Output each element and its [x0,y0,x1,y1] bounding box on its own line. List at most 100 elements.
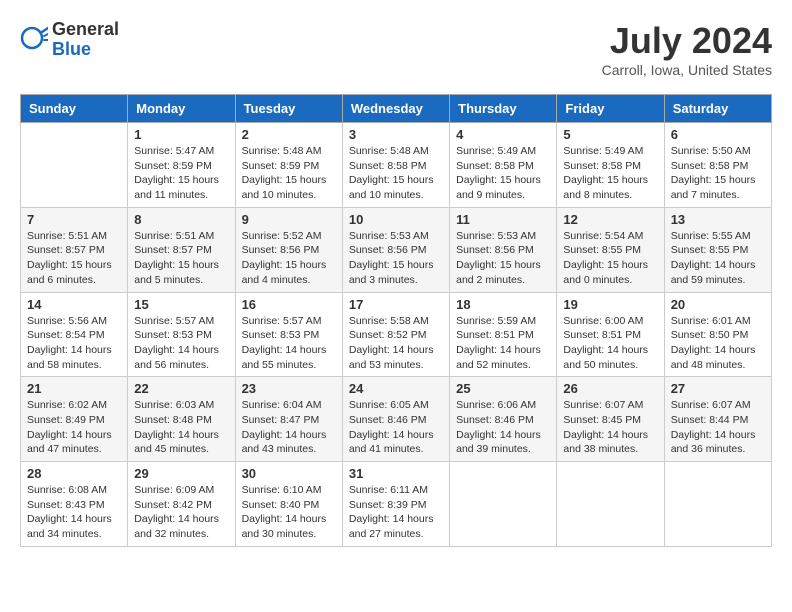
day-info: Sunrise: 5:51 AM Sunset: 8:57 PM Dayligh… [134,229,228,288]
day-info: Sunrise: 6:06 AM Sunset: 8:46 PM Dayligh… [456,398,550,457]
logo: General Blue [20,20,119,60]
day-number: 15 [134,297,228,312]
calendar-cell: 18 Sunrise: 5:59 AM Sunset: 8:51 PM Dayli… [450,292,557,377]
day-info: Sunrise: 5:54 AM Sunset: 8:55 PM Dayligh… [563,229,657,288]
day-info: Sunrise: 5:58 AM Sunset: 8:52 PM Dayligh… [349,314,443,373]
calendar-cell: 23Sunrise: 6:04 AM Sunset: 8:47 PM Dayli… [235,377,342,462]
logo-icon [20,26,48,54]
day-info: Sunrise: 6:07 AM Sunset: 8:45 PM Dayligh… [563,398,657,457]
weekday-header-row: SundayMondayTuesdayWednesdayThursdayFrid… [21,95,772,123]
day-number: 9 [242,212,336,227]
day-info: Sunrise: 6:00 AM Sunset: 8:51 PM Dayligh… [563,314,657,373]
day-info: Sunrise: 5:52 AM Sunset: 8:56 PM Dayligh… [242,229,336,288]
day-number: 24 [349,381,443,396]
day-info: Sunrise: 5:59 AM Sunset: 8:51 PM Dayligh… [456,314,550,373]
weekday-header: Saturday [664,95,771,123]
calendar-cell: 7 Sunrise: 5:51 AM Sunset: 8:57 PM Daylig… [21,207,128,292]
calendar-cell: 10 Sunrise: 5:53 AM Sunset: 8:56 PM Dayli… [342,207,449,292]
day-info: Sunrise: 6:08 AM Sunset: 8:43 PM Dayligh… [27,483,121,542]
calendar-cell: 28Sunrise: 6:08 AM Sunset: 8:43 PM Dayli… [21,462,128,547]
day-info: Sunrise: 5:53 AM Sunset: 8:56 PM Dayligh… [349,229,443,288]
day-info: Sunrise: 6:01 AM Sunset: 8:50 PM Dayligh… [671,314,765,373]
location: Carroll, Iowa, United States [602,62,772,78]
day-number: 25 [456,381,550,396]
calendar-cell: 3 Sunrise: 5:48 AM Sunset: 8:58 PM Daylig… [342,123,449,208]
calendar-cell: 25 Sunrise: 6:06 AM Sunset: 8:46 PM Dayli… [450,377,557,462]
calendar-table: SundayMondayTuesdayWednesdayThursdayFrid… [20,94,772,547]
calendar-week-row: 28Sunrise: 6:08 AM Sunset: 8:43 PM Dayli… [21,462,772,547]
day-number: 26 [563,381,657,396]
page-header: General Blue July 2024 Carroll, Iowa, Un… [20,20,772,78]
day-info: Sunrise: 5:49 AM Sunset: 8:58 PM Dayligh… [456,144,550,203]
day-number: 4 [456,127,550,142]
day-number: 6 [671,127,765,142]
calendar-week-row: 7 Sunrise: 5:51 AM Sunset: 8:57 PM Daylig… [21,207,772,292]
calendar-cell: 27 Sunrise: 6:07 AM Sunset: 8:44 PM Dayli… [664,377,771,462]
month-title: July 2024 [602,20,772,62]
day-number: 5 [563,127,657,142]
calendar-cell: 13 Sunrise: 5:55 AM Sunset: 8:55 PM Dayli… [664,207,771,292]
day-info: Sunrise: 5:48 AM Sunset: 8:58 PM Dayligh… [349,144,443,203]
day-number: 30 [242,466,336,481]
calendar-cell: 20Sunrise: 6:01 AM Sunset: 8:50 PM Dayli… [664,292,771,377]
calendar-cell: 29 Sunrise: 6:09 AM Sunset: 8:42 PM Dayli… [128,462,235,547]
day-info: Sunrise: 5:51 AM Sunset: 8:57 PM Dayligh… [27,229,121,288]
day-info: Sunrise: 5:49 AM Sunset: 8:58 PM Dayligh… [563,144,657,203]
day-info: Sunrise: 6:02 AM Sunset: 8:49 PM Dayligh… [27,398,121,457]
day-number: 29 [134,466,228,481]
calendar-cell: 1 Sunrise: 5:47 AM Sunset: 8:59 PM Daylig… [128,123,235,208]
calendar-cell: 31 Sunrise: 6:11 AM Sunset: 8:39 PM Dayli… [342,462,449,547]
day-info: Sunrise: 6:07 AM Sunset: 8:44 PM Dayligh… [671,398,765,457]
day-info: Sunrise: 5:47 AM Sunset: 8:59 PM Dayligh… [134,144,228,203]
calendar-cell: 5 Sunrise: 5:49 AM Sunset: 8:58 PM Daylig… [557,123,664,208]
day-number: 13 [671,212,765,227]
calendar-week-row: 1 Sunrise: 5:47 AM Sunset: 8:59 PM Daylig… [21,123,772,208]
calendar-week-row: 14Sunrise: 5:56 AM Sunset: 8:54 PM Dayli… [21,292,772,377]
day-info: Sunrise: 6:11 AM Sunset: 8:39 PM Dayligh… [349,483,443,542]
day-number: 7 [27,212,121,227]
day-number: 3 [349,127,443,142]
day-number: 31 [349,466,443,481]
calendar-cell [664,462,771,547]
calendar-cell: 26 Sunrise: 6:07 AM Sunset: 8:45 PM Dayli… [557,377,664,462]
weekday-header: Tuesday [235,95,342,123]
weekday-header: Thursday [450,95,557,123]
logo-blue: Blue [52,40,119,60]
calendar-cell: 17 Sunrise: 5:58 AM Sunset: 8:52 PM Dayli… [342,292,449,377]
calendar-cell: 22Sunrise: 6:03 AM Sunset: 8:48 PM Dayli… [128,377,235,462]
calendar-cell: 16Sunrise: 5:57 AM Sunset: 8:53 PM Dayli… [235,292,342,377]
day-number: 2 [242,127,336,142]
day-number: 1 [134,127,228,142]
logo-general: General [52,20,119,40]
day-number: 27 [671,381,765,396]
day-number: 22 [134,381,228,396]
calendar-cell: 24 Sunrise: 6:05 AM Sunset: 8:46 PM Dayli… [342,377,449,462]
day-info: Sunrise: 5:55 AM Sunset: 8:55 PM Dayligh… [671,229,765,288]
calendar-cell: 2 Sunrise: 5:48 AM Sunset: 8:59 PM Daylig… [235,123,342,208]
day-info: Sunrise: 5:48 AM Sunset: 8:59 PM Dayligh… [242,144,336,203]
calendar-cell: 8 Sunrise: 5:51 AM Sunset: 8:57 PM Daylig… [128,207,235,292]
weekday-header: Friday [557,95,664,123]
calendar-cell: 21Sunrise: 6:02 AM Sunset: 8:49 PM Dayli… [21,377,128,462]
weekday-header: Monday [128,95,235,123]
calendar-cell: 6 Sunrise: 5:50 AM Sunset: 8:58 PM Daylig… [664,123,771,208]
day-info: Sunrise: 5:50 AM Sunset: 8:58 PM Dayligh… [671,144,765,203]
day-number: 18 [456,297,550,312]
title-block: July 2024 Carroll, Iowa, United States [602,20,772,78]
calendar-cell: 9 Sunrise: 5:52 AM Sunset: 8:56 PM Daylig… [235,207,342,292]
calendar-cell: 14Sunrise: 5:56 AM Sunset: 8:54 PM Dayli… [21,292,128,377]
calendar-cell [450,462,557,547]
calendar-cell [21,123,128,208]
day-number: 12 [563,212,657,227]
day-info: Sunrise: 5:57 AM Sunset: 8:53 PM Dayligh… [134,314,228,373]
day-number: 17 [349,297,443,312]
day-info: Sunrise: 6:09 AM Sunset: 8:42 PM Dayligh… [134,483,228,542]
day-number: 11 [456,212,550,227]
day-info: Sunrise: 6:04 AM Sunset: 8:47 PM Dayligh… [242,398,336,457]
calendar-cell: 4 Sunrise: 5:49 AM Sunset: 8:58 PM Daylig… [450,123,557,208]
day-info: Sunrise: 6:05 AM Sunset: 8:46 PM Dayligh… [349,398,443,457]
calendar-cell: 19Sunrise: 6:00 AM Sunset: 8:51 PM Dayli… [557,292,664,377]
weekday-header: Sunday [21,95,128,123]
day-number: 10 [349,212,443,227]
day-number: 8 [134,212,228,227]
